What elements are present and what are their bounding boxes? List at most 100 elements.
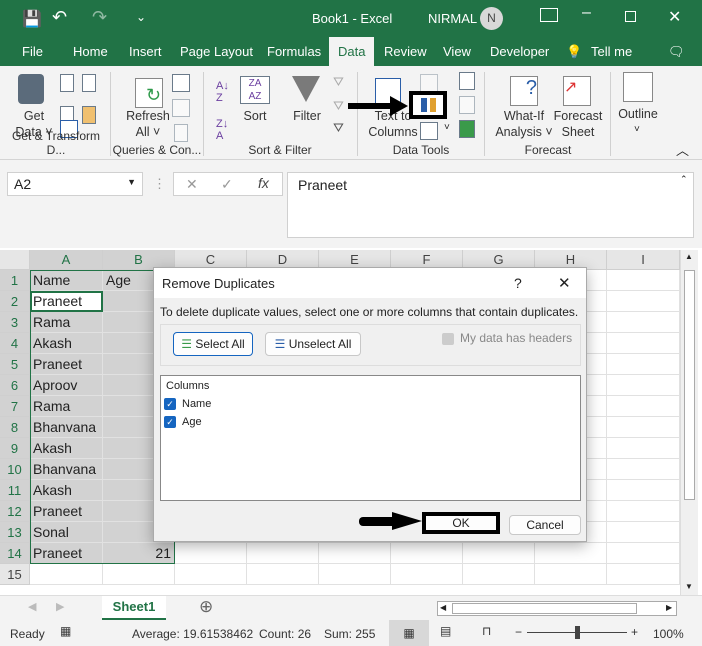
data-model-icon[interactable] <box>459 120 475 138</box>
cancel-icon[interactable]: ✕ <box>186 176 198 193</box>
unselect-all-button[interactable]: ☰ Unselect All <box>265 332 361 356</box>
close-icon[interactable]: ✕ <box>668 7 681 27</box>
remove-duplicates-button[interactable] <box>409 91 447 119</box>
row-header-1[interactable]: 1 <box>0 270 30 291</box>
cell-A11[interactable]: Akash <box>30 480 103 501</box>
zoom-out-button[interactable]: − <box>515 625 522 639</box>
tab-view[interactable]: View <box>443 44 471 59</box>
row-header-15[interactable]: 15 <box>0 564 30 585</box>
comments-icon[interactable]: 🗨 <box>668 44 685 60</box>
advanced-filter-icon[interactable]: ⛛ <box>333 120 344 136</box>
cell-I3[interactable] <box>607 312 680 333</box>
insert-function-icon[interactable]: fx <box>258 175 269 191</box>
data-validation-icon[interactable] <box>420 122 438 140</box>
status-sum[interactable]: Sum: 255 <box>324 627 375 641</box>
cell-A8[interactable]: Bhanvana <box>30 417 103 438</box>
cell-E15[interactable] <box>319 564 391 585</box>
collapse-ribbon-icon[interactable]: ︿ <box>676 140 689 159</box>
cell-B14[interactable]: 21 <box>103 543 175 564</box>
column-checkbox-age[interactable]: ✓ Age <box>164 416 202 429</box>
cell-I8[interactable] <box>607 417 680 438</box>
cell-A5[interactable]: Praneet <box>30 354 103 375</box>
cell-I2[interactable] <box>607 291 680 312</box>
tab-formulas[interactable]: Formulas <box>267 44 321 59</box>
cell-A7[interactable]: Rama <box>30 396 103 417</box>
status-count[interactable]: Count: 26 <box>259 627 311 641</box>
add-sheet-button[interactable]: ⊕ <box>199 597 213 617</box>
cell-C14[interactable] <box>175 543 247 564</box>
normal-view-icon[interactable]: ▦ <box>389 620 429 646</box>
flash-fill-icon[interactable] <box>420 74 438 92</box>
cell-I10[interactable] <box>607 459 680 480</box>
column-checkbox-name[interactable]: ✓ Name <box>164 398 211 411</box>
undo-icon[interactable]: ↶ <box>52 7 67 28</box>
formula-input[interactable]: Praneet <box>287 172 694 238</box>
column-header-A[interactable]: A <box>30 250 103 270</box>
enter-icon[interactable]: ✓ <box>221 176 233 193</box>
minimize-icon[interactable]: – <box>582 4 591 22</box>
sort-a-z-icon[interactable]: A↓ Z <box>216 80 229 104</box>
row-header-13[interactable]: 13 <box>0 522 30 543</box>
row-header-12[interactable]: 12 <box>0 501 30 522</box>
filter-button[interactable]: Filter <box>288 108 326 124</box>
row-header-7[interactable]: 7 <box>0 396 30 417</box>
next-sheet-icon[interactable]: ▶ <box>56 600 64 613</box>
cell-I15[interactable] <box>607 564 680 585</box>
cell-F15[interactable] <box>391 564 463 585</box>
cell-H15[interactable] <box>535 564 607 585</box>
row-header-9[interactable]: 9 <box>0 438 30 459</box>
chevron-down-icon[interactable]: ˅ <box>444 122 450 133</box>
cell-A4[interactable]: Akash <box>30 333 103 354</box>
reapply-filter-icon[interactable]: ⛛ <box>333 98 344 114</box>
cell-E14[interactable] <box>319 543 391 564</box>
chevron-down-icon[interactable]: ˅ <box>634 124 640 135</box>
what-if-analysis-button[interactable]: What-If Analysis ˅ <box>492 108 556 140</box>
cell-H14[interactable] <box>535 543 607 564</box>
dialog-close-button[interactable]: ✕ <box>558 274 571 292</box>
ribbon-display-icon[interactable] <box>540 8 558 22</box>
row-header-2[interactable]: 2 <box>0 291 30 312</box>
column-header-I[interactable]: I <box>607 250 680 270</box>
cell-G15[interactable] <box>463 564 535 585</box>
row-header-11[interactable]: 11 <box>0 480 30 501</box>
page-layout-view-icon[interactable]: ▤ <box>440 624 451 638</box>
queries-connections-icon[interactable] <box>172 74 190 92</box>
cell-A1[interactable]: Name <box>30 270 103 291</box>
customize-qat-icon[interactable]: ⌄ <box>136 10 146 24</box>
existing-connections-icon[interactable] <box>82 106 96 124</box>
cancel-button[interactable]: Cancel <box>509 515 581 535</box>
drag-handle-icon[interactable]: ⋮ <box>153 176 166 192</box>
tab-page-layout[interactable]: Page Layout <box>180 44 253 59</box>
has-headers-checkbox[interactable]: My data has headers <box>442 331 572 345</box>
sort-z-a-icon[interactable]: Z↓ A <box>216 118 228 142</box>
tab-data[interactable]: Data <box>329 37 375 66</box>
cell-I13[interactable] <box>607 522 680 543</box>
cell-A9[interactable]: Akash <box>30 438 103 459</box>
vertical-scrollbar[interactable]: ▲ ▼ <box>680 250 698 595</box>
relationships-icon[interactable] <box>459 96 475 114</box>
horizontal-scroll-thumb[interactable] <box>452 603 637 614</box>
cell-I6[interactable] <box>607 375 680 396</box>
from-text-icon[interactable] <box>60 74 74 92</box>
tell-me-search[interactable]: Tell me <box>591 44 632 59</box>
zoom-level[interactable]: 100% <box>653 627 684 641</box>
cell-D14[interactable] <box>247 543 319 564</box>
cell-A3[interactable]: Rama <box>30 312 103 333</box>
tab-review[interactable]: Review <box>384 44 427 59</box>
sheet-tab-sheet1[interactable]: Sheet1 <box>102 596 166 620</box>
maximize-icon[interactable] <box>625 11 636 22</box>
row-header-4[interactable]: 4 <box>0 333 30 354</box>
cell-D15[interactable] <box>247 564 319 585</box>
cell-I9[interactable] <box>607 438 680 459</box>
cell-I14[interactable] <box>607 543 680 564</box>
cell-B15[interactable] <box>103 564 175 585</box>
consolidate-icon[interactable] <box>459 72 475 90</box>
row-header-8[interactable]: 8 <box>0 417 30 438</box>
cell-A10[interactable]: Bhanvana <box>30 459 103 480</box>
row-header-5[interactable]: 5 <box>0 354 30 375</box>
outline-button[interactable]: Outline <box>614 106 662 122</box>
cell-I4[interactable] <box>607 333 680 354</box>
ok-button[interactable]: OK <box>422 512 500 534</box>
help-button[interactable]: ? <box>514 275 522 291</box>
cell-I5[interactable] <box>607 354 680 375</box>
